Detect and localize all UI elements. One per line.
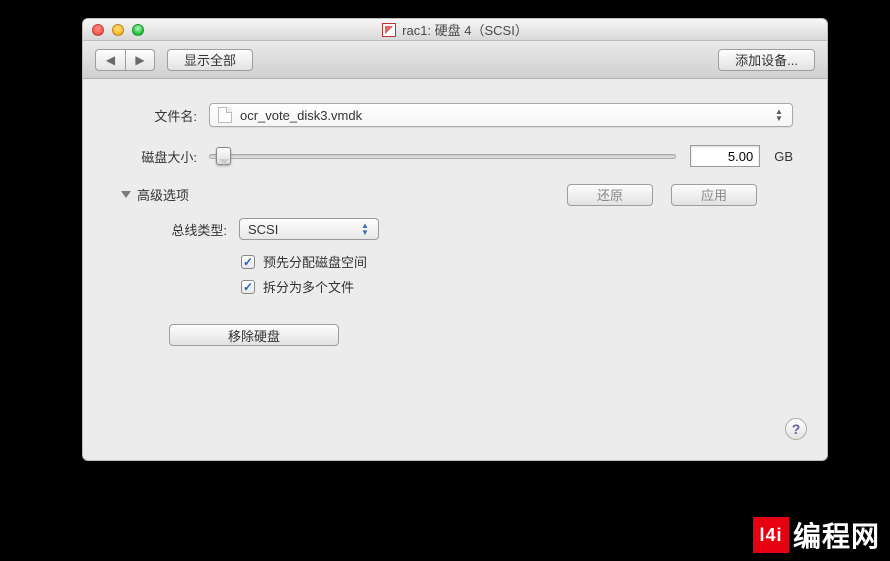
- zoom-icon[interactable]: [132, 24, 144, 36]
- add-device-button[interactable]: 添加设备...: [718, 49, 815, 71]
- preallocate-label: 预先分配磁盘空间: [263, 252, 367, 271]
- forward-button[interactable]: ▶: [125, 49, 155, 71]
- watermark-logo: l4i: [753, 517, 789, 553]
- toolbar: ◀ ▶ 显示全部 添加设备...: [83, 41, 827, 79]
- updown-arrows-icon: ▲▼: [358, 221, 372, 237]
- disk-size-unit: GB: [774, 149, 793, 164]
- filename-label: 文件名:: [117, 106, 197, 125]
- window-title: rac1: 硬盘 4（SCSI）: [83, 20, 827, 39]
- traffic-lights: [83, 24, 144, 36]
- watermark: l4i 编程网: [753, 515, 880, 555]
- bus-type-select[interactable]: SCSI ▲▼: [239, 218, 379, 240]
- apply-button[interactable]: 应用: [671, 184, 757, 206]
- disk-size-slider[interactable]: [209, 154, 676, 159]
- split-checkbox[interactable]: ✓: [241, 280, 255, 294]
- disk-size-controls: GB: [209, 145, 793, 167]
- file-icon: [218, 107, 232, 123]
- content-area: 文件名: ocr_vote_disk3.vmdk ▲▼ 磁盘大小: GB 高级选…: [83, 79, 827, 362]
- close-icon[interactable]: [92, 24, 104, 36]
- show-all-button[interactable]: 显示全部: [167, 49, 253, 71]
- preallocate-row: ✓ 预先分配磁盘空间: [241, 252, 793, 271]
- back-button[interactable]: ◀: [95, 49, 125, 71]
- bus-type-row: 总线类型: SCSI ▲▼: [117, 218, 793, 240]
- advanced-label: 高级选项: [137, 185, 189, 204]
- split-label: 拆分为多个文件: [263, 277, 354, 296]
- remove-disk-button[interactable]: 移除硬盘: [169, 324, 339, 346]
- nav-segment: ◀ ▶: [95, 49, 155, 71]
- disk-size-label: 磁盘大小:: [117, 147, 197, 166]
- filename-value: ocr_vote_disk3.vmdk: [240, 108, 362, 123]
- settings-window: rac1: 硬盘 4（SCSI） ◀ ▶ 显示全部 添加设备... 文件名: o…: [82, 18, 828, 461]
- revert-button[interactable]: 还原: [567, 184, 653, 206]
- disk-size-row: 磁盘大小: GB: [117, 145, 793, 167]
- footer-row: 移除硬盘: [117, 324, 793, 346]
- titlebar: rac1: 硬盘 4（SCSI）: [83, 19, 827, 41]
- vm-icon: [382, 23, 396, 37]
- filename-select[interactable]: ocr_vote_disk3.vmdk ▲▼: [209, 103, 793, 127]
- split-row: ✓ 拆分为多个文件: [241, 277, 793, 296]
- preallocate-checkbox[interactable]: ✓: [241, 255, 255, 269]
- help-button[interactable]: ?: [785, 418, 807, 440]
- filename-row: 文件名: ocr_vote_disk3.vmdk ▲▼: [117, 103, 793, 127]
- updown-arrows-icon: ▲▼: [772, 106, 786, 124]
- bus-type-value: SCSI: [248, 222, 278, 237]
- disk-size-input[interactable]: [690, 145, 760, 167]
- watermark-text: 编程网: [793, 515, 880, 555]
- advanced-header[interactable]: 高级选项 还原 应用: [121, 185, 793, 204]
- bus-type-label: 总线类型:: [117, 220, 227, 239]
- minimize-icon[interactable]: [112, 24, 124, 36]
- window-title-text: rac1: 硬盘 4（SCSI）: [402, 20, 528, 39]
- chevron-down-icon: [121, 191, 131, 198]
- slider-thumb[interactable]: [216, 147, 231, 165]
